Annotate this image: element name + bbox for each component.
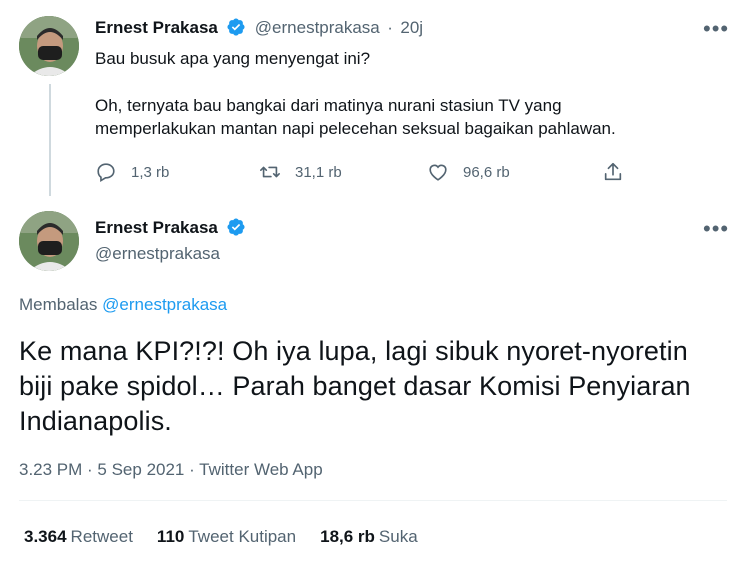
author-name[interactable]: Ernest Prakasa (95, 218, 218, 237)
avatar[interactable] (19, 16, 79, 76)
reply-count: 1,3 rb (131, 163, 170, 181)
parent-tweet-text: Bau busuk apa yang menyengat ini? Oh, te… (95, 47, 616, 140)
quote-stat-label: Tweet Kutipan (188, 527, 297, 546)
tweet-stats: 3.364 Retweet 110 Tweet Kutipan 18,6 rb Suk… (24, 527, 418, 547)
quote-stat[interactable]: 110 Tweet Kutipan (157, 527, 296, 547)
tweet-text-line: memperlakukan mantan napi pelecehan seks… (95, 119, 616, 138)
tweet-text-line: Ke mana KPI?!?! Oh iya lupa, lagi sibuk … (19, 336, 688, 366)
like-count: 96,6 rb (463, 163, 510, 181)
divider (19, 500, 727, 501)
like-button[interactable]: 96,6 rb (427, 161, 510, 183)
quote-stat-count: 110 (156, 527, 185, 546)
more-icon[interactable]: ••• (703, 16, 729, 42)
tweet-text-line: Oh, ternyata bau bangkai dari matinya nu… (95, 96, 562, 115)
retweet-button[interactable]: 31,1 rb (259, 161, 342, 183)
tweet-text-line: Indianapolis. (19, 406, 172, 436)
retweet-stat[interactable]: 3.364 Retweet (24, 527, 133, 547)
tweet-text-line: biji pake spidol… Parah banget dasar Kom… (19, 371, 691, 401)
retweet-icon (260, 166, 280, 178)
author-handle[interactable]: @ernestprakasa (95, 244, 220, 264)
parent-header: Ernest Prakasa @ernestprakasa · 20j (95, 17, 423, 38)
tweet-text-line: Bau busuk apa yang menyengat ini? (95, 49, 371, 68)
replying-to: Membalas @ernestprakasa (19, 295, 227, 315)
reply-button[interactable]: 1,3 rb (95, 161, 169, 183)
retweet-stat-count: 3.364 (24, 527, 67, 546)
like-icon (429, 164, 447, 181)
thread-connector (49, 84, 51, 196)
retweet-count: 31,1 rb (295, 163, 342, 181)
like-stat[interactable]: 18,6 rb Suka (320, 527, 418, 547)
replying-to-label: Membalas (19, 295, 98, 314)
author-name[interactable]: Ernest Prakasa (95, 18, 218, 37)
main-header: Ernest Prakasa (95, 217, 246, 238)
main-tweet-text: Ke mana KPI?!?! Oh iya lupa, lagi sibuk … (19, 334, 691, 439)
share-icon (604, 162, 622, 181)
like-stat-label: Suka (378, 527, 418, 546)
replying-to-handle[interactable]: @ernestprakasa (102, 295, 227, 314)
verified-badge-icon (227, 18, 245, 36)
share-button[interactable] (602, 161, 624, 183)
like-stat-count: 18,6 rb (320, 527, 375, 546)
tweet-meta[interactable]: 3.23 PM · 5 Sep 2021 · Twitter Web App (19, 460, 323, 480)
dot-separator: · (387, 18, 393, 37)
author-handle[interactable]: @ernestprakasa (255, 18, 380, 37)
reply-icon (97, 163, 115, 182)
verified-badge-icon (227, 218, 245, 236)
avatar[interactable] (19, 211, 79, 271)
retweet-stat-label: Retweet (70, 527, 133, 546)
more-icon[interactable]: ••• (703, 216, 729, 242)
timestamp[interactable]: 20j (400, 18, 423, 37)
